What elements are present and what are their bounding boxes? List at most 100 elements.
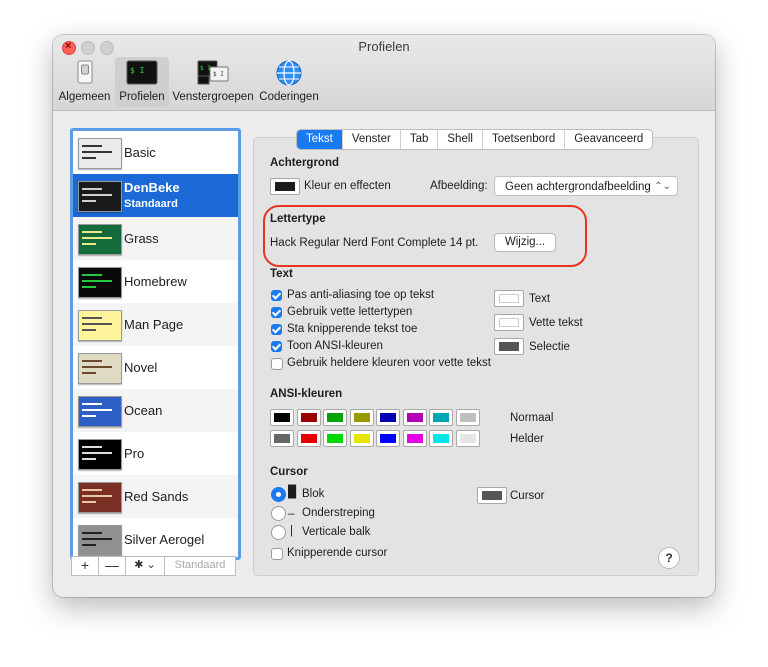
profile-item-basic[interactable]: Basic [73, 131, 238, 174]
profile-name: Pro [124, 446, 145, 461]
profile-name: Man Page [124, 317, 184, 332]
profile-thumbnail [78, 310, 122, 341]
ansi-colors-checkbox[interactable] [271, 341, 282, 352]
tab-toetsenbord[interactable]: Toetsenbord [481, 130, 564, 149]
ansi-bright-label: Helder [510, 433, 544, 445]
blinking-cursor-label: Knipperende cursor [287, 547, 388, 559]
ansi-color-well[interactable] [402, 430, 427, 447]
blinking-cursor-checkbox[interactable] [271, 548, 283, 560]
text-color-well[interactable] [494, 290, 524, 307]
profile-thumbnail [78, 353, 122, 384]
bold-fonts-label: Gebruik vette lettertypen [287, 306, 413, 318]
ansi-color-well[interactable] [376, 430, 400, 447]
ansi-color-well[interactable] [402, 409, 427, 426]
selection-color-well[interactable] [494, 338, 524, 355]
tab-shell[interactable]: Shell [437, 130, 482, 149]
ansi-color-well[interactable] [349, 430, 374, 447]
image-label: Afbeelding: [430, 180, 488, 192]
profile-item-red-sands[interactable]: Red Sands [73, 475, 238, 518]
ansi-color-well[interactable] [296, 430, 321, 447]
profile-name: Ocean [124, 403, 163, 418]
bold-fonts-checkbox[interactable] [271, 307, 282, 318]
profile-item-ocean[interactable]: Ocean [73, 389, 238, 432]
ansi-color-well[interactable] [349, 409, 374, 426]
color-effects-label: Kleur en effecten [304, 180, 391, 192]
settings-tabs: Tekst Venster Tab Shell Toetsenbord Geav… [296, 129, 654, 150]
toolbar-algemeen[interactable]: Algemeen [57, 57, 112, 107]
set-default-button[interactable]: Standaard [164, 556, 236, 576]
profile-name: Red Sands [124, 489, 189, 504]
background-heading: Achtergrond [270, 157, 339, 169]
ansi-color-well[interactable] [270, 430, 294, 447]
ansi-colors-label: Toon ANSI-kleuren [287, 340, 383, 352]
toolbar-profielen[interactable]: $ I Profielen [115, 57, 169, 107]
bold-text-color-label: Vette tekst [529, 317, 583, 329]
cursor-block-label: Blok [302, 488, 325, 500]
toolbar-coderingen[interactable]: Coderingen [257, 57, 321, 107]
anti-aliasing-label: Pas anti-aliasing toe op tekst [287, 289, 435, 301]
ansi-color-well[interactable] [323, 409, 347, 426]
ansi-color-well[interactable] [296, 409, 321, 426]
toolbar: × Profielen Algemeen $ I Profielen $ I $ … [53, 35, 715, 111]
bold-text-color-well[interactable] [494, 314, 524, 331]
profile-list-controls: + — ✱ ⌄ Standaard [71, 556, 237, 576]
profile-list[interactable]: Basic DenBeke Standaard Grass Homebrew M… [70, 128, 241, 560]
ansi-color-well[interactable] [455, 430, 480, 447]
blinking-text-checkbox[interactable] [271, 324, 282, 335]
profile-item-novel[interactable]: Novel [73, 346, 238, 389]
selection-color-label: Selectie [529, 341, 570, 353]
profile-item-grass[interactable]: Grass [73, 217, 238, 260]
cursor-bar-glyph: | [290, 525, 293, 537]
profile-item-silver-aerogel[interactable]: Silver Aerogel [73, 518, 238, 557]
text-heading: Text [270, 268, 293, 280]
background-image-popup[interactable]: Geen achtergrondafbeelding ⌃⌄ [494, 176, 678, 196]
window-groups-icon-text-bottom: $ I [213, 71, 224, 78]
bright-bold-label: Gebruik heldere kleuren voor vette tekst [287, 357, 491, 369]
help-button[interactable]: ? [658, 547, 680, 569]
tab-tekst[interactable]: Tekst [297, 130, 342, 149]
cursor-underline-glyph: _ [288, 503, 295, 515]
anti-aliasing-checkbox[interactable] [271, 290, 282, 301]
cursor-color-well[interactable] [477, 487, 507, 504]
add-profile-button[interactable]: + [71, 556, 99, 576]
globe-icon [273, 59, 305, 87]
profile-item-denbeke[interactable]: DenBeke Standaard [73, 174, 238, 217]
ansi-normal-label: Normaal [510, 412, 554, 424]
terminal-icon: $ I [126, 59, 158, 87]
toolbar-venstergroepen[interactable]: $ I $ I Venstergroepen [171, 57, 255, 107]
ansi-color-well[interactable] [270, 409, 294, 426]
ansi-color-well[interactable] [429, 430, 453, 447]
profile-name: Basic [124, 145, 156, 160]
tab-geavanceerd[interactable]: Geavanceerd [564, 130, 652, 149]
profile-thumbnail [78, 482, 122, 513]
profile-item-homebrew[interactable]: Homebrew [73, 260, 238, 303]
ansi-color-well[interactable] [376, 409, 400, 426]
tab-venster[interactable]: Venster [341, 130, 400, 149]
terminal-icon-text: $ I [130, 66, 145, 75]
ansi-color-well[interactable] [429, 409, 453, 426]
cursor-underline-radio[interactable] [271, 506, 286, 521]
bright-bold-checkbox[interactable] [271, 358, 283, 370]
text-color-label: Text [529, 293, 551, 305]
cursor-bar-label: Verticale balk [302, 526, 371, 538]
cursor-block-radio[interactable] [271, 487, 286, 502]
default-profile-label: Standaard [124, 198, 178, 210]
cursor-color-label: Cursor [510, 490, 545, 502]
remove-profile-button[interactable]: — [98, 556, 126, 576]
cursor-bar-radio[interactable] [271, 525, 286, 540]
profile-item-man-page[interactable]: Man Page [73, 303, 238, 346]
profile-item-pro[interactable]: Pro [73, 432, 238, 475]
window-title: Profielen [358, 39, 410, 54]
profile-thumbnail [78, 267, 122, 298]
background-color-well[interactable] [270, 178, 300, 195]
background-image-value: Geen achtergrondafbeelding [505, 181, 651, 193]
tab-tab[interactable]: Tab [399, 130, 438, 149]
ansi-color-well[interactable] [455, 409, 480, 426]
gear-menu-button[interactable]: ✱ ⌄ [125, 556, 165, 576]
ansi-color-well[interactable] [323, 430, 347, 447]
profile-name: Novel [124, 360, 158, 375]
profile-name: Grass [124, 231, 159, 246]
profile-name: Silver Aerogel [124, 532, 205, 547]
profile-thumbnail [78, 525, 122, 556]
profile-name: DenBeke [124, 180, 180, 195]
